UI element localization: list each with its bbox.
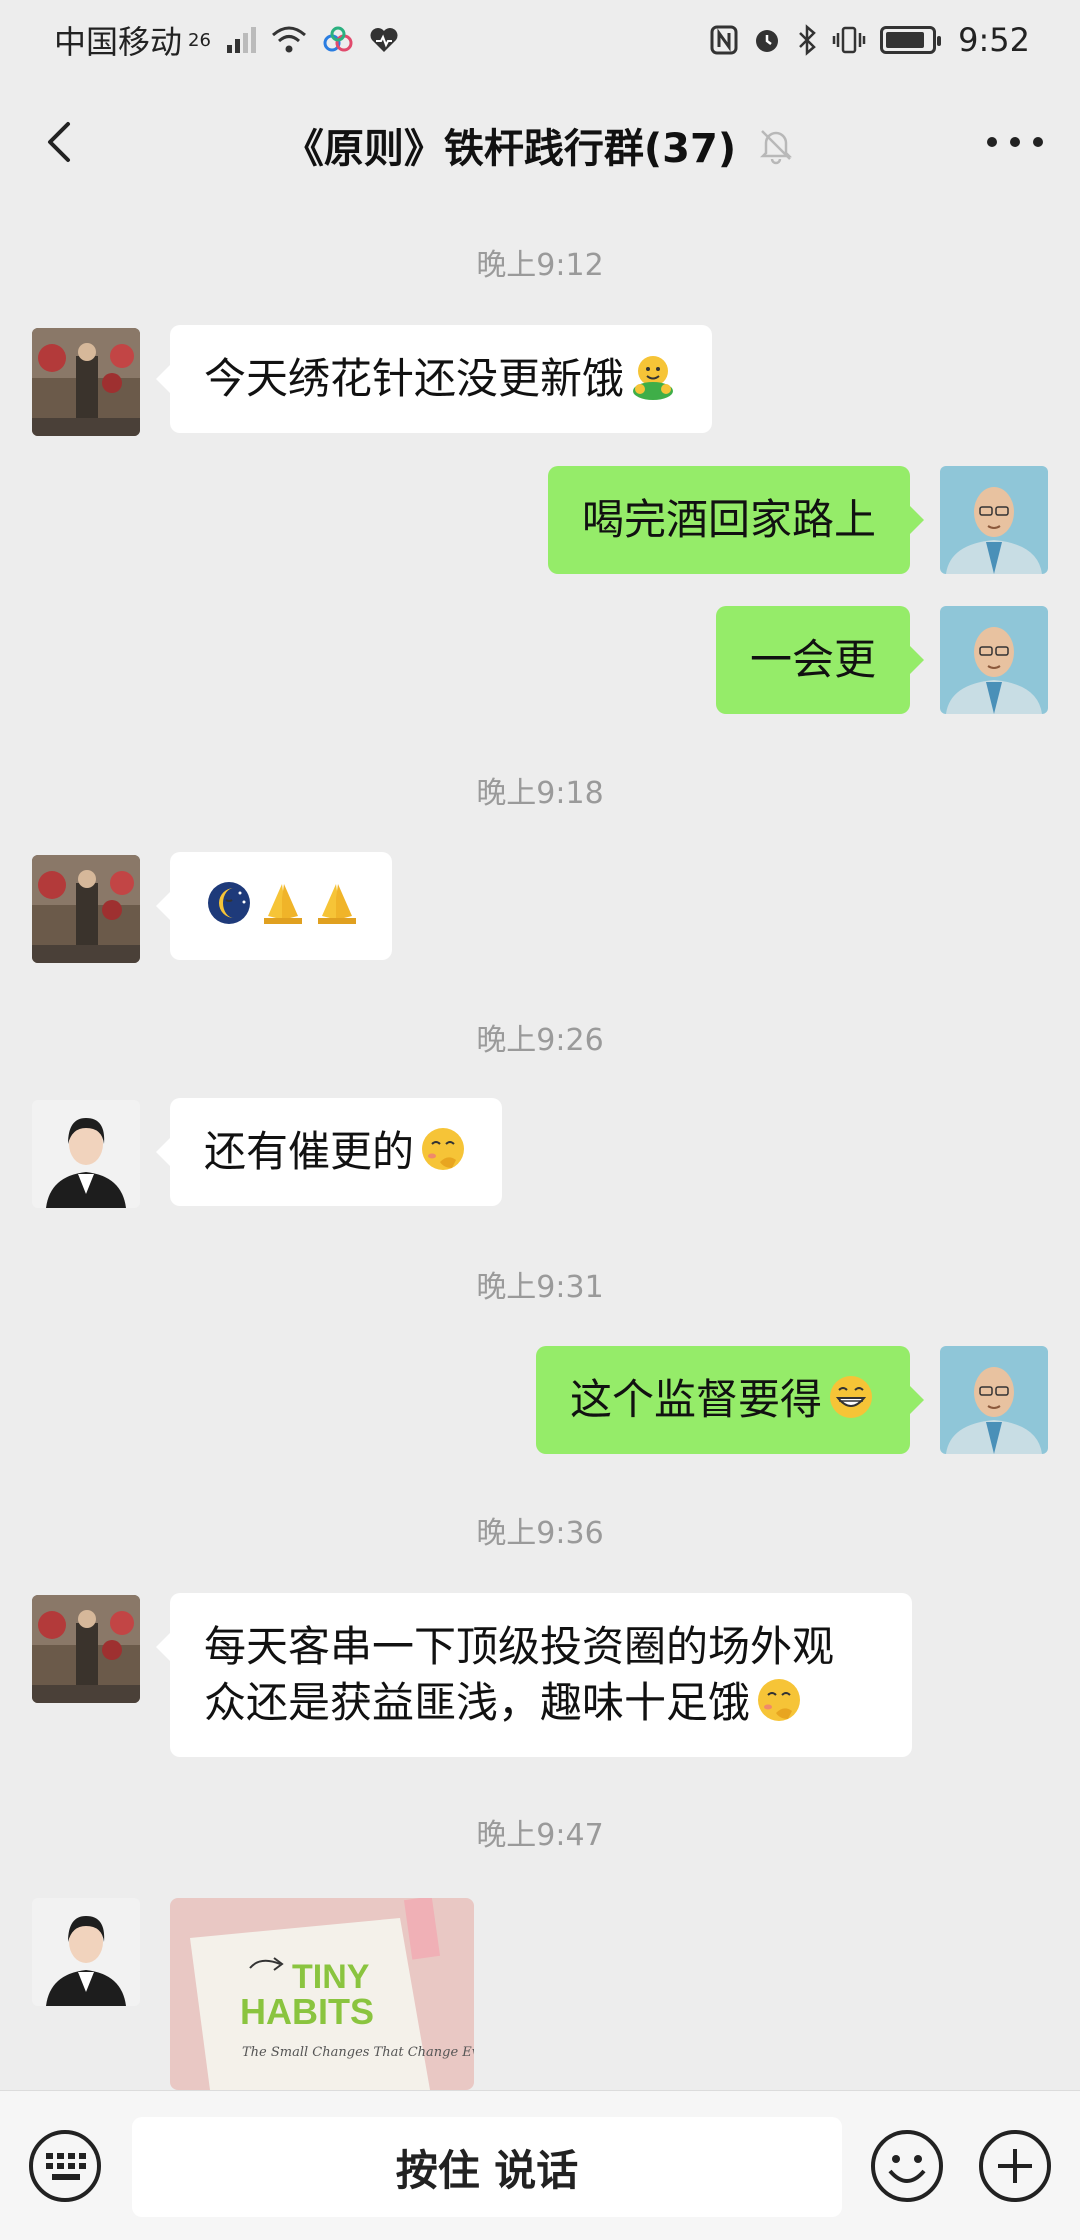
pray-hands-emoji-icon bbox=[318, 884, 356, 924]
message-text: 喝完酒回家路上 bbox=[581, 495, 876, 544]
avatar[interactable] bbox=[940, 1346, 1048, 1454]
message-text: 今天绣花针还没更新饿 bbox=[204, 354, 625, 403]
message-bubble[interactable]: 今天绣花针还没更新饿 bbox=[155, 325, 713, 433]
message-bubble[interactable]: 一会更 bbox=[715, 606, 925, 714]
title-bar: 《原则》铁杆践行群(37) bbox=[0, 80, 1080, 210]
alarm-icon bbox=[756, 30, 779, 52]
group-name: 《原则》铁杆践行群(37) bbox=[283, 126, 737, 172]
heart-icon bbox=[370, 28, 398, 52]
timestamp: 晚上9:18 bbox=[476, 776, 604, 811]
avatar[interactable] bbox=[32, 328, 140, 436]
plus-icon[interactable] bbox=[976, 2127, 1054, 2205]
moon-face-emoji-icon bbox=[208, 882, 250, 924]
battery-icon bbox=[880, 26, 942, 54]
message-bubble[interactable] bbox=[156, 852, 392, 960]
signal-icon bbox=[226, 27, 256, 53]
back-arrow-icon[interactable] bbox=[30, 112, 90, 172]
message-text-line: 众还是获益匪浅，趣味十足饿 bbox=[204, 1678, 751, 1727]
message-text: 一会更 bbox=[749, 635, 876, 684]
bluetooth-icon bbox=[799, 24, 816, 56]
timestamp: 晚上9:47 bbox=[476, 1818, 604, 1853]
carrier-label: 中国移动 bbox=[54, 23, 183, 61]
timestamp: 晚上9:31 bbox=[476, 1270, 604, 1305]
shy-face-emoji-icon bbox=[758, 1679, 801, 1721]
wifi-icon bbox=[271, 26, 306, 53]
image-message[interactable]: TINY HABITS The Small Changes That Chang… bbox=[170, 1898, 474, 2090]
cloud-link-icon bbox=[323, 26, 353, 52]
book-subtitle: The Small Changes That Change Everything bbox=[242, 2045, 474, 2060]
more-icon[interactable] bbox=[980, 122, 1050, 162]
emoji-icon[interactable] bbox=[868, 2127, 946, 2205]
message-text: 还有催更的 bbox=[204, 1127, 415, 1176]
hug-face-emoji-icon bbox=[633, 356, 674, 400]
avatar[interactable] bbox=[940, 606, 1048, 714]
message-text-line: 每天客串一下顶级投资圈的场外观 bbox=[204, 1622, 835, 1671]
message-bubble[interactable]: 每天客串一下顶级投资圈的场外观 众还是获益匪浅，趣味十足饿 bbox=[156, 1593, 912, 1757]
hold-to-talk-button[interactable]: 按住 说话 bbox=[132, 2117, 842, 2217]
shy-face-emoji-icon bbox=[422, 1128, 465, 1170]
avatar[interactable] bbox=[940, 466, 1048, 574]
timestamp: 晚上9:26 bbox=[476, 1023, 604, 1058]
message-bubble[interactable]: 这个监督要得 bbox=[535, 1346, 925, 1454]
keyboard-icon[interactable] bbox=[26, 2127, 104, 2205]
message-bubble[interactable]: 还有催更的 bbox=[155, 1098, 503, 1206]
status-bar: 中国移动 26 9:52 bbox=[0, 0, 1080, 80]
message-text: 这个监督要得 bbox=[569, 1375, 822, 1424]
timestamp: 晚上9:36 bbox=[476, 1516, 604, 1551]
vibrate-icon bbox=[832, 26, 866, 54]
network-type: 26 bbox=[188, 29, 211, 51]
avatar[interactable] bbox=[32, 1100, 140, 1208]
timestamp: 晚上9:12 bbox=[476, 248, 604, 283]
grin-face-emoji-icon bbox=[830, 1376, 872, 1418]
avatar[interactable] bbox=[32, 855, 140, 963]
book-title-line2: HABITS bbox=[240, 1991, 374, 2032]
avatar[interactable] bbox=[32, 1898, 140, 2006]
nfc-icon bbox=[710, 25, 738, 55]
book-photo: TINY HABITS The Small Changes That Chang… bbox=[170, 1898, 474, 2090]
avatar[interactable] bbox=[32, 1595, 140, 1703]
pray-hands-emoji-icon bbox=[264, 884, 302, 924]
mute-bell-icon bbox=[760, 130, 793, 165]
message-bubble[interactable]: 喝完酒回家路上 bbox=[547, 466, 925, 574]
chat-title: 《原则》铁杆践行群(37) bbox=[284, 116, 796, 174]
chat-area[interactable]: 晚上9:12 今天绣花针还没更新饿 喝完酒回家路上 一会更 晚上9:18 晚上9… bbox=[0, 210, 1080, 2090]
input-bar: 按住 说话 bbox=[0, 2090, 1080, 2240]
clock: 9:52 bbox=[958, 21, 1030, 59]
